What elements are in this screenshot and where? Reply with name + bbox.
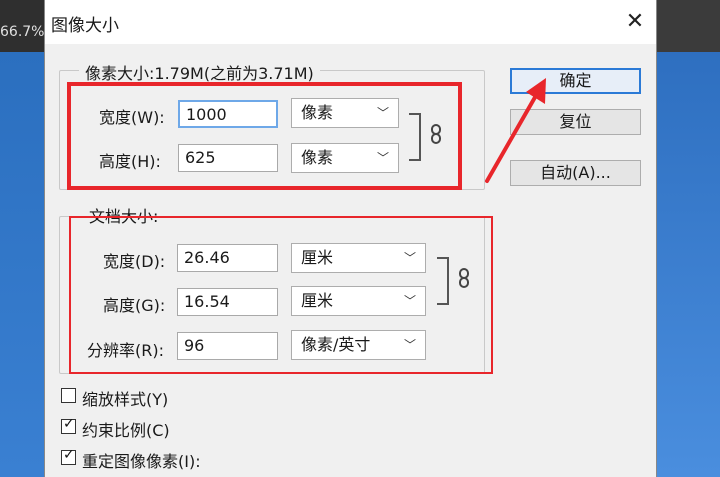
annotation-arrow — [485, 78, 546, 183]
